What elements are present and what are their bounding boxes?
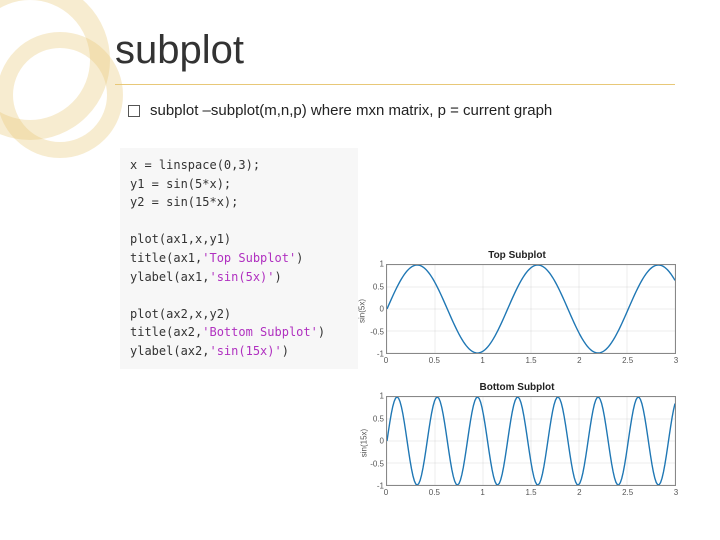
code-snippet: x = linspace(0,3); y1 = sin(5*x); y2 = s…	[120, 148, 358, 369]
code-line: )	[282, 344, 289, 358]
y-ticks: -1-0.500.51	[360, 264, 384, 354]
code-string: 'sin(15x)'	[209, 344, 281, 358]
code-line: plot(ax1,x,y1)	[130, 232, 231, 246]
code-line: y2 = sin(15*x);	[130, 195, 238, 209]
x-ticks: 00.511.522.53	[386, 356, 676, 370]
code-line: ylabel(ax1,	[130, 270, 209, 284]
bullet-item: subplot –subplot(m,n,p) where mxn matrix…	[128, 102, 552, 119]
code-line: )	[275, 270, 282, 284]
subplot-top: Top Subplotsin(5x)-1-0.500.5100.511.522.…	[352, 250, 682, 372]
chart-title: Top Subplot	[352, 250, 682, 261]
subplot-bottom: Bottom Subplotsin(15x)-1-0.500.5100.511.…	[352, 382, 682, 504]
code-line: title(ax1,	[130, 251, 202, 265]
plot-area	[386, 264, 676, 354]
code-line: y1 = sin(5*x);	[130, 177, 231, 191]
title-underline	[115, 84, 675, 85]
x-ticks: 00.511.522.53	[386, 488, 676, 502]
slide: subplot subplot –subplot(m,n,p) where mx…	[0, 0, 720, 540]
code-string: 'sin(5x)'	[209, 270, 274, 284]
bullet-box-icon	[128, 105, 140, 117]
code-line: plot(ax2,x,y2)	[130, 307, 231, 321]
code-string: 'Top Subplot'	[202, 251, 296, 265]
code-line: )	[296, 251, 303, 265]
code-line: )	[318, 325, 325, 339]
code-line: title(ax2,	[130, 325, 202, 339]
chart-title: Bottom Subplot	[352, 382, 682, 393]
bullet-text: subplot –subplot(m,n,p) where mxn matrix…	[150, 102, 552, 119]
decorative-rings	[0, 0, 140, 170]
subplot-figure: Top Subplotsin(5x)-1-0.500.5100.511.522.…	[352, 250, 682, 514]
code-line: x = linspace(0,3);	[130, 158, 260, 172]
code-line: ylabel(ax2,	[130, 344, 209, 358]
y-ticks: -1-0.500.51	[360, 396, 384, 486]
code-string: 'Bottom Subplot'	[202, 325, 318, 339]
page-title: subplot	[115, 28, 244, 73]
plot-area	[386, 396, 676, 486]
